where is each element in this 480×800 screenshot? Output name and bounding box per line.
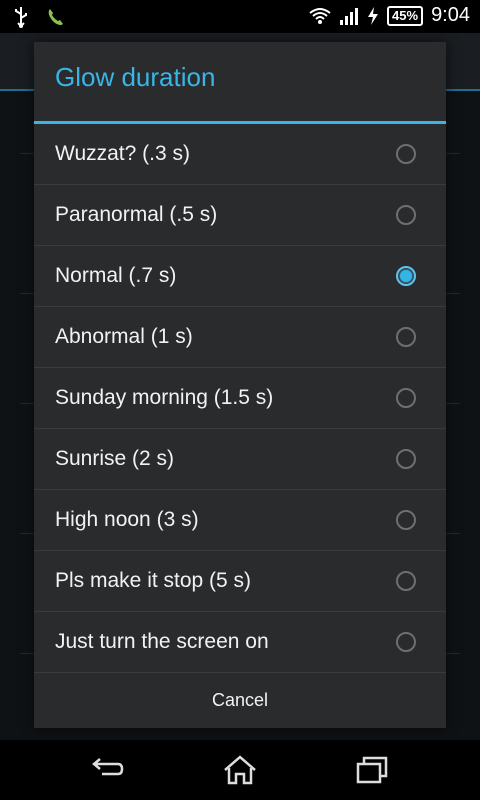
back-icon[interactable]	[90, 754, 126, 786]
signal-icon	[340, 7, 359, 25]
radio-button[interactable]	[396, 388, 416, 408]
home-icon[interactable]	[222, 754, 258, 786]
option-item[interactable]: Pls make it stop (5 s)	[34, 551, 446, 612]
option-item[interactable]: Wuzzat? (.3 s)	[34, 124, 446, 185]
option-label: Pls make it stop (5 s)	[55, 569, 252, 592]
radio-button[interactable]	[396, 327, 416, 347]
radio-button[interactable]	[396, 205, 416, 225]
battery-indicator: 45%	[387, 5, 424, 26]
cancel-button[interactable]: Cancel	[34, 673, 446, 728]
radio-button[interactable]	[396, 266, 416, 286]
clock: 9:04	[431, 4, 470, 26]
option-label: Sunrise (2 s)	[55, 447, 175, 470]
option-label: Abnormal (1 s)	[55, 325, 193, 348]
option-label: Wuzzat? (.3 s)	[55, 142, 190, 165]
option-label: Sunday morning (1.5 s)	[55, 386, 274, 409]
dialog-title: Glow duration	[55, 62, 216, 92]
option-label: Normal (.7 s)	[55, 264, 177, 287]
option-item[interactable]: Sunday morning (1.5 s)	[34, 368, 446, 429]
option-item[interactable]: Just turn the screen on	[34, 612, 446, 673]
charging-icon	[368, 6, 379, 25]
option-item[interactable]: Paranormal (.5 s)	[34, 185, 446, 246]
option-label: Paranormal (.5 s)	[55, 203, 218, 226]
navigation-bar	[0, 740, 480, 800]
phone-icon	[48, 9, 63, 25]
radio-button[interactable]	[396, 510, 416, 530]
radio-button[interactable]	[396, 632, 416, 652]
option-item[interactable]: Abnormal (1 s)	[34, 307, 446, 368]
radio-button[interactable]	[396, 449, 416, 469]
option-label: High noon (3 s)	[55, 508, 199, 531]
wifi-icon	[309, 7, 331, 24]
option-label: Just turn the screen on	[55, 630, 269, 653]
glow-duration-dialog: Glow duration Wuzzat? (.3 s) Paranormal …	[34, 42, 446, 728]
option-item[interactable]: Normal (.7 s)	[34, 246, 446, 307]
options-list: Wuzzat? (.3 s) Paranormal (.5 s) Normal …	[34, 124, 446, 673]
option-item[interactable]: Sunrise (2 s)	[34, 429, 446, 490]
recent-apps-icon[interactable]	[354, 754, 390, 786]
usb-icon	[15, 7, 27, 28]
radio-button[interactable]	[396, 144, 416, 164]
status-bar: 45% 9:04	[0, 0, 480, 33]
option-item[interactable]: High noon (3 s)	[34, 490, 446, 551]
radio-button[interactable]	[396, 571, 416, 591]
